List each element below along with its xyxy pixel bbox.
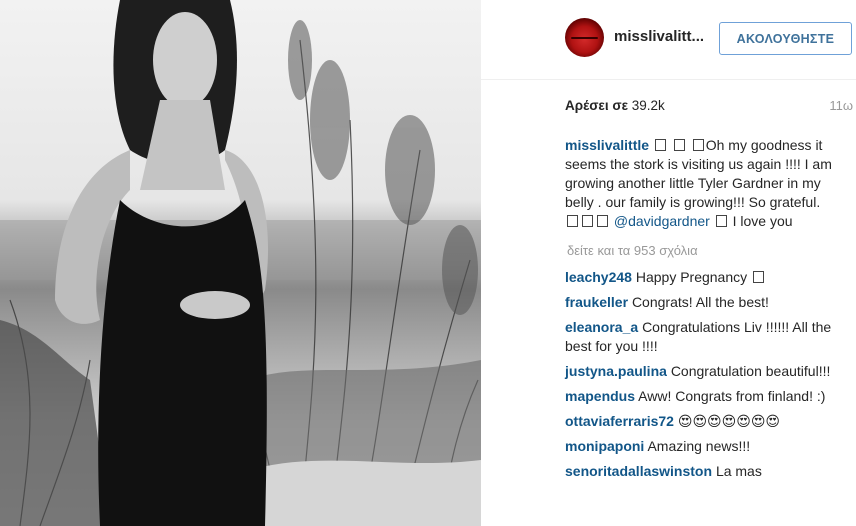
comment-text: 😍😍😍😍😍😍😍 [677,413,781,429]
caption-mention[interactable]: @davidgardner [614,213,710,229]
unrenderable-emoji-icon [654,139,666,151]
comment-username[interactable]: leachy248 [565,269,632,285]
unrenderable-emoji-icon [597,215,608,227]
post-side-panel: misslivalitt... ΑΚΟΛΟΥΘΗΣΤΕ Αρέσει σε 39… [481,0,856,526]
unrenderable-emoji-icon [567,215,578,227]
comment-text: Happy Pregnancy [635,269,748,285]
red-lips-avatar-icon[interactable] [565,18,604,57]
likes-label: Αρέσει σε [565,98,628,113]
likes-count: 39.2k [631,98,665,113]
view-all-comments-link[interactable]: δείτε και τα 953 σχόλια [567,241,837,260]
likes-row: Αρέσει σε 39.2k 11ω [565,98,855,116]
likes-summary[interactable]: Αρέσει σε 39.2k [565,98,665,113]
comment-username[interactable]: senoritadallaswinston [565,463,712,479]
unrenderable-emoji-icon [692,139,704,151]
comment-item: justyna.paulina Congratulation beautiful… [565,362,837,381]
comment-item: ottaviaferraris72 😍😍😍😍😍😍😍 [565,412,837,431]
unrenderable-emoji-icon [715,215,727,227]
comment-text: Amazing news!!! [647,438,751,454]
comment-text: Congrats! All the best! [631,294,769,310]
follow-button[interactable]: ΑΚΟΛΟΥΘΗΣΤΕ [719,22,852,55]
comment-text: La mas [715,463,762,479]
photo-illustration [0,0,481,526]
unrenderable-emoji-icon [582,215,593,227]
comment-item: fraukeller Congrats! All the best! [565,293,837,312]
unrenderable-emoji-icon [673,139,685,151]
post-username[interactable]: misslivalitt... [614,28,704,45]
comment-item: leachy248 Happy Pregnancy [565,268,837,287]
comment-text: Aww! Congrats from finland! :) [638,388,826,404]
comment-item: mapendus Aww! Congrats from finland! :) [565,387,837,406]
comment-username[interactable]: mapendus [565,388,635,404]
comment-username[interactable]: monipaponi [565,438,644,454]
caption-text-part2: I love you [732,213,793,229]
comment-username[interactable]: eleanora_a [565,319,638,335]
comment-item: eleanora_a Congratulations Liv !!!!!! Al… [565,318,837,356]
comment-item: senoritadallaswinston La mas [565,462,837,481]
post-timestamp[interactable]: 11ω [829,98,853,113]
caption: misslivalittle Oh my goodness it seems t… [565,136,837,231]
post-photo[interactable] [0,0,481,526]
comment-text: Congratulation beautiful!!! [670,363,831,379]
post-header: misslivalitt... ΑΚΟΛΟΥΘΗΣΤΕ [481,0,856,80]
unrenderable-emoji-icon [753,271,765,283]
comment-username[interactable]: fraukeller [565,294,628,310]
comment-username[interactable]: justyna.paulina [565,363,667,379]
comment-username[interactable]: ottaviaferraris72 [565,413,674,429]
comment-item: monipaponi Amazing news!!! [565,437,837,456]
caption-username[interactable]: misslivalittle [565,137,649,153]
comments-list: misslivalittle Oh my goodness it seems t… [565,136,837,487]
